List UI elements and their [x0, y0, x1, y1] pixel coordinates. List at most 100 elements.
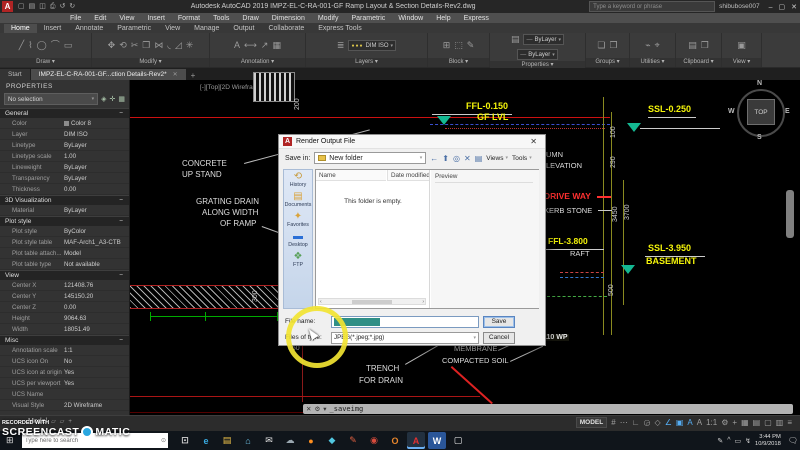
- property-ucs-icon-at-origin[interactable]: UCS icon at originYes: [0, 367, 129, 378]
- places-item-favorites[interactable]: ✦Favorites: [284, 212, 312, 228]
- polar-tracking-icon[interactable]: ◶: [644, 419, 651, 427]
- delete-icon[interactable]: ✕: [464, 154, 471, 163]
- recent-commands-icon[interactable]: ▾: [323, 405, 326, 413]
- line-icon[interactable]: ╱: [19, 41, 24, 50]
- property-transparency[interactable]: TransparencyByLayer: [0, 173, 129, 184]
- property-plot-table-type[interactable]: Plot table typeNot available: [0, 259, 129, 270]
- ortho-icon[interactable]: ∟: [632, 419, 640, 427]
- property-plot-style[interactable]: Plot styleByColor: [0, 226, 129, 237]
- property-ucs-icon-on[interactable]: UCS icon OnNo: [0, 356, 129, 367]
- chevron-up-icon[interactable]: ^: [727, 437, 730, 444]
- quick-select-icon[interactable]: ⌖: [655, 41, 660, 50]
- panel-label-groups[interactable]: Groups ▾: [586, 58, 629, 67]
- menu-dimension[interactable]: Dimension: [272, 15, 305, 22]
- property-thickness[interactable]: Thickness0.00: [0, 184, 129, 195]
- store-icon[interactable]: ⌂: [239, 432, 257, 449]
- panel-label-draw[interactable]: Draw ▾: [0, 58, 91, 67]
- photos-icon[interactable]: ✎: [344, 432, 362, 449]
- new-folder-icon[interactable]: ▤: [475, 154, 483, 163]
- collapse-icon[interactable]: −: [119, 110, 123, 117]
- edit-attributes-icon[interactable]: ✎: [467, 41, 475, 50]
- arc-icon[interactable]: ⌒: [51, 41, 60, 50]
- property-plot-table-attach[interactable]: Plot table attach...Model: [0, 248, 129, 259]
- signed-in-account[interactable]: shibubose007: [719, 3, 759, 10]
- annotation-visibility-icon[interactable]: A: [687, 419, 692, 427]
- panel-label-utilities[interactable]: Utilities ▾: [630, 58, 675, 67]
- trim-icon[interactable]: ✂: [131, 41, 139, 50]
- firefox-icon[interactable]: ●: [302, 432, 320, 449]
- customize-icon[interactable]: ⚙: [314, 405, 320, 413]
- minimize-icon[interactable]: –: [769, 4, 773, 11]
- cancel-button[interactable]: Cancel: [483, 332, 515, 344]
- ribbon-tab-view[interactable]: View: [158, 24, 187, 33]
- text-icon[interactable]: A: [234, 41, 240, 50]
- menu-insert[interactable]: Insert: [147, 15, 165, 22]
- menu-format[interactable]: Format: [178, 15, 200, 22]
- ribbon-tab-annotate[interactable]: Annotate: [68, 24, 110, 33]
- print-icon[interactable]: ⎙: [50, 3, 56, 10]
- undo-icon[interactable]: ↺: [59, 3, 65, 10]
- new-icon[interactable]: ▢: [18, 3, 25, 10]
- back-icon[interactable]: ←: [430, 154, 438, 163]
- property-width[interactable]: Width18051.49: [0, 324, 129, 335]
- snap-icon[interactable]: ⋯: [620, 419, 628, 427]
- panel-label-modify[interactable]: Modify ▾: [92, 58, 209, 67]
- quick-select-icon[interactable]: ▦: [118, 95, 125, 103]
- section-header-view[interactable]: View−: [0, 270, 129, 280]
- copy-clip-icon[interactable]: ❐: [701, 41, 709, 50]
- circle-icon[interactable]: ◯: [37, 41, 47, 50]
- redo-icon[interactable]: ↻: [69, 3, 75, 10]
- new-layout-button[interactable]: +: [68, 419, 72, 425]
- menu-parametric[interactable]: Parametric: [351, 15, 385, 22]
- collapse-icon[interactable]: −: [119, 218, 123, 225]
- property-linetype-scale[interactable]: Linetype scale1.00: [0, 151, 129, 162]
- horizontal-scrollbar[interactable]: ‹ ›: [318, 298, 426, 305]
- file-list[interactable]: Name Date modified This folder is empty.…: [316, 170, 430, 308]
- property-visual-style[interactable]: Visual Style2D Wireframe: [0, 400, 129, 411]
- places-item-documents[interactable]: ▤Documents: [284, 192, 312, 208]
- views-dropdown[interactable]: Views▾: [486, 155, 508, 162]
- collapse-icon[interactable]: −: [119, 197, 123, 204]
- chrome-icon[interactable]: ◉: [365, 432, 383, 449]
- workspace-switching-icon[interactable]: ⚙: [721, 419, 728, 427]
- menu-edit[interactable]: Edit: [94, 15, 106, 22]
- isodraft-icon[interactable]: ◇: [655, 419, 661, 427]
- task-view-button[interactable]: ⊡: [176, 432, 194, 449]
- bylayer-dropdown[interactable]: —ByLayer▾: [523, 34, 564, 45]
- polyline-icon[interactable]: ⌇: [28, 41, 32, 50]
- save-button[interactable]: Save: [483, 316, 515, 328]
- scroll-left-icon[interactable]: ‹: [320, 299, 322, 305]
- menu-modify[interactable]: Modify: [318, 15, 339, 22]
- viewcube[interactable]: N S W E TOP: [730, 82, 790, 142]
- rotate-icon[interactable]: ⟲: [119, 41, 127, 50]
- dimension-icon[interactable]: ⟷: [244, 41, 257, 50]
- microphone-icon[interactable]: ⊙: [161, 437, 166, 444]
- section-header-misc[interactable]: Misc−: [0, 335, 129, 345]
- create-icon[interactable]: ⬚: [454, 41, 463, 50]
- rectangle-icon[interactable]: ▭: [64, 41, 73, 50]
- menu-window[interactable]: Window: [398, 15, 423, 22]
- property-ucs-per-viewport[interactable]: UCS per viewportYes: [0, 378, 129, 389]
- model-tab[interactable]: Model: [28, 418, 47, 425]
- units-icon[interactable]: ▦: [741, 419, 749, 427]
- tool-palettes-icon[interactable]: ▣: [737, 41, 746, 50]
- toggle-pickadd-icon[interactable]: ◈: [101, 95, 106, 103]
- file-tab-start[interactable]: Start: [0, 69, 30, 80]
- menu-tools[interactable]: Tools: [213, 15, 229, 22]
- quick-properties-icon[interactable]: ▤: [753, 419, 761, 427]
- explode-icon[interactable]: ✳: [186, 41, 194, 50]
- ribbon-tab-manage[interactable]: Manage: [187, 24, 226, 33]
- nav-bar-strip[interactable]: [786, 190, 794, 238]
- section-header-general[interactable]: General−: [0, 108, 129, 118]
- pen-icon[interactable]: ✎: [717, 437, 723, 445]
- grid-icon[interactable]: #: [611, 419, 615, 427]
- copy-icon[interactable]: ❐: [142, 41, 150, 50]
- annotation-monitor-icon[interactable]: +: [732, 419, 737, 427]
- panel-label-layers[interactable]: Layers ▾: [306, 58, 427, 67]
- property-lineweight[interactable]: LineweightByLayer: [0, 162, 129, 173]
- autocad-logo-icon[interactable]: A: [2, 1, 13, 12]
- ribbon-tab-output[interactable]: Output: [226, 24, 261, 33]
- ribbon-tab-express-tools[interactable]: Express Tools: [311, 24, 368, 33]
- annotation-scale-icon[interactable]: 1:1: [706, 419, 717, 427]
- tools-dropdown[interactable]: Tools▾: [512, 155, 532, 162]
